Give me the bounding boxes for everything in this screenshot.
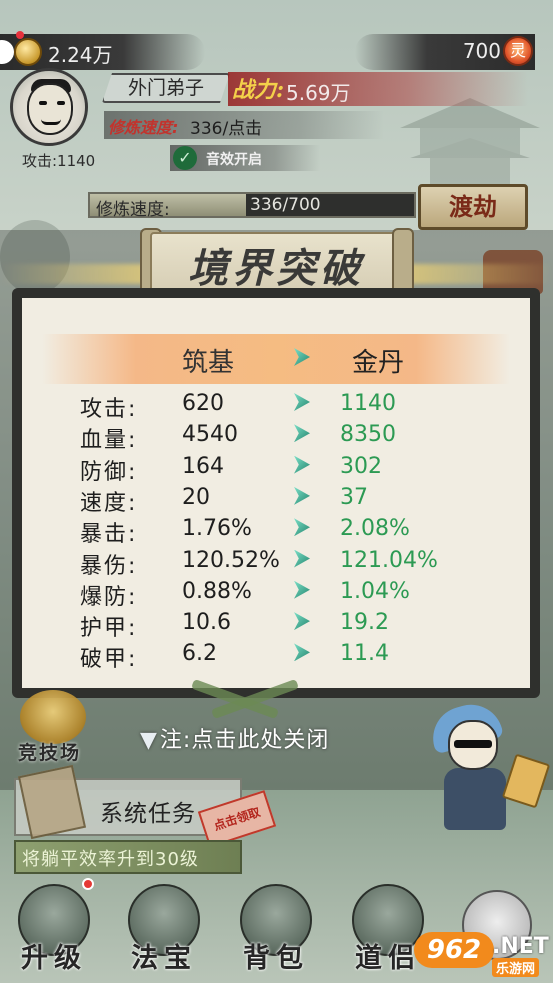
arrow-right-icon bbox=[294, 612, 310, 631]
nav-backpack-label: 背包 bbox=[243, 943, 309, 974]
stat-new-value: 1140 bbox=[340, 391, 396, 416]
avatar-eye bbox=[57, 101, 65, 105]
stat-new-value: 302 bbox=[340, 453, 382, 479]
stat-new-value: 11.4 bbox=[340, 641, 389, 667]
sunglasses-icon bbox=[454, 740, 492, 748]
stat-old-value: 620 bbox=[182, 391, 224, 416]
realm-to: 金丹 bbox=[352, 348, 405, 378]
stat-name: 护甲: bbox=[80, 616, 138, 642]
npc-character-image[interactable] bbox=[420, 697, 551, 832]
gem-amount: 700 bbox=[462, 39, 501, 63]
stat-new-value: 8350 bbox=[340, 422, 396, 448]
cards-icon bbox=[501, 753, 551, 809]
stat-name: 速度: bbox=[80, 490, 138, 516]
stat-new-value: 121.04% bbox=[340, 547, 438, 573]
stat-old-value: 0.88% bbox=[182, 578, 252, 604]
stat-old-value: 10.6 bbox=[182, 610, 231, 636]
stat-name: 攻击: bbox=[80, 397, 138, 422]
stat-name: 暴伤: bbox=[80, 553, 138, 579]
stat-old-value: 6.2 bbox=[182, 641, 217, 667]
stat-name: 爆防: bbox=[80, 584, 138, 610]
arrow-right-icon bbox=[294, 455, 310, 474]
cultivate-speed-label: 修炼速度: bbox=[108, 118, 179, 137]
breakthrough-panel-content: 筑基 金丹 攻击: 620 1140 血量: 4540 8350 防御: 164 302 速度: 2… bbox=[22, 298, 530, 688]
site-watermark: 962 .NET 乐游网 bbox=[414, 932, 549, 978]
stat-new-value: 19.2 bbox=[340, 610, 389, 636]
watermark-subtitle: 乐游网 bbox=[492, 958, 540, 977]
nav-treasure[interactable]: 法宝 bbox=[120, 884, 208, 980]
nav-backpack[interactable]: 背包 bbox=[232, 884, 320, 980]
system-task-title[interactable]: 系统任务 bbox=[100, 794, 196, 828]
stat-row: 爆防: 0.88% 1.04% bbox=[22, 579, 530, 610]
arrow-right-icon bbox=[294, 580, 310, 599]
avatar-face bbox=[27, 83, 73, 135]
stat-old-value: 20 bbox=[182, 484, 210, 510]
npc-body bbox=[444, 768, 506, 830]
stat-old-value: 120.52% bbox=[182, 547, 280, 573]
realm-from: 筑基 bbox=[182, 348, 235, 378]
breakthrough-panel: 筑基 金丹 攻击: 620 1140 血量: 4540 8350 防御: 164 302 速度: 2… bbox=[12, 288, 540, 698]
close-hint[interactable]: 注:点击此处关闭 bbox=[140, 722, 329, 754]
arena-icon[interactable] bbox=[20, 690, 86, 744]
stat-old-value: 1.76% bbox=[182, 516, 252, 542]
avatar-eye bbox=[39, 101, 47, 105]
coin-icon bbox=[14, 38, 42, 66]
stat-old-value: 4540 bbox=[182, 422, 238, 448]
player-avatar[interactable] bbox=[10, 68, 88, 146]
arrow-right-icon bbox=[294, 486, 310, 505]
stat-name: 防御: bbox=[80, 459, 138, 485]
power-value: 5.69万 bbox=[286, 81, 351, 105]
progress-label: 修炼速度: bbox=[96, 200, 170, 220]
stat-name: 暴击: bbox=[80, 522, 138, 548]
nav-upgrade[interactable]: 升级 bbox=[10, 878, 98, 980]
arrow-right-icon bbox=[294, 424, 310, 443]
watermark-net: .NET bbox=[492, 934, 549, 959]
stat-new-value: 37 bbox=[340, 484, 368, 510]
stat-row: 速度: 20 37 bbox=[22, 485, 530, 516]
modal-title: 境界突破 bbox=[188, 245, 364, 292]
player-attack: 攻击:1140 bbox=[22, 152, 96, 170]
checkmark-icon[interactable]: ✓ bbox=[173, 146, 197, 170]
cultivate-speed-value: 336/点击 bbox=[190, 119, 263, 139]
stat-name: 破甲: bbox=[80, 647, 138, 673]
stat-row: 护甲: 10.6 19.2 bbox=[22, 610, 530, 641]
rank-tag: 外门弟子 bbox=[102, 73, 230, 103]
stat-row: 攻击: 620 1140 bbox=[22, 391, 530, 422]
stat-row: 暴伤: 120.52% 121.04% bbox=[22, 548, 530, 579]
stat-name: 血量: bbox=[80, 428, 138, 454]
notification-badge-icon bbox=[82, 878, 94, 890]
stat-row: 暴击: 1.76% 2.08% bbox=[22, 516, 530, 547]
watermark-logo: 962 bbox=[414, 932, 494, 968]
stat-new-value: 1.04% bbox=[340, 578, 410, 604]
arena-label[interactable]: 竞技场 bbox=[18, 738, 81, 765]
arrow-right-icon bbox=[294, 393, 310, 411]
avatar-mouth bbox=[41, 119, 61, 125]
notification-dot-icon bbox=[16, 31, 24, 39]
power-label: 战力: bbox=[232, 77, 285, 103]
stat-new-value: 2.08% bbox=[340, 516, 410, 542]
arrow-right-icon bbox=[294, 549, 310, 568]
tribulation-button[interactable]: 渡劫 bbox=[418, 184, 528, 230]
spirit-stone-icon[interactable]: 灵 bbox=[503, 36, 533, 66]
realm-header-band bbox=[42, 334, 510, 384]
progress-value: 336/700 bbox=[250, 195, 321, 215]
arrow-right-icon bbox=[294, 518, 310, 537]
stat-row: 防御: 164 302 bbox=[22, 454, 530, 485]
top-resource-bar: 2.24万 700 灵 bbox=[0, 0, 553, 70]
nav-treasure-label: 法宝 bbox=[131, 943, 197, 974]
stat-row: 破甲: 6.2 11.4 bbox=[22, 641, 530, 672]
stat-row: 血量: 4540 8350 bbox=[22, 422, 530, 453]
stat-old-value: 164 bbox=[182, 453, 224, 479]
coin-amount: 2.24万 bbox=[48, 43, 113, 67]
nav-upgrade-label: 升级 bbox=[21, 943, 87, 974]
task-description: 将躺平效率升到30级 bbox=[22, 849, 199, 870]
arrow-right-icon bbox=[294, 643, 310, 662]
sound-toggle-label[interactable]: 音效开启 bbox=[206, 149, 262, 169]
